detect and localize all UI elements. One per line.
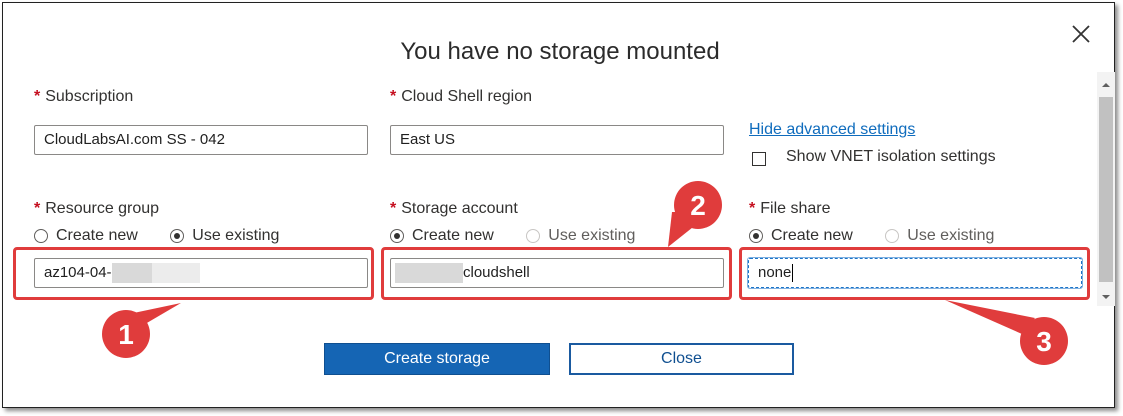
marker-2-label: 2 — [690, 190, 706, 221]
marker-3-label: 3 — [1036, 326, 1052, 357]
marker-3-pointer — [945, 300, 1035, 334]
marker-1-label: 1 — [118, 319, 134, 350]
annotation-layer: 1 2 3 — [102, 181, 1068, 365]
